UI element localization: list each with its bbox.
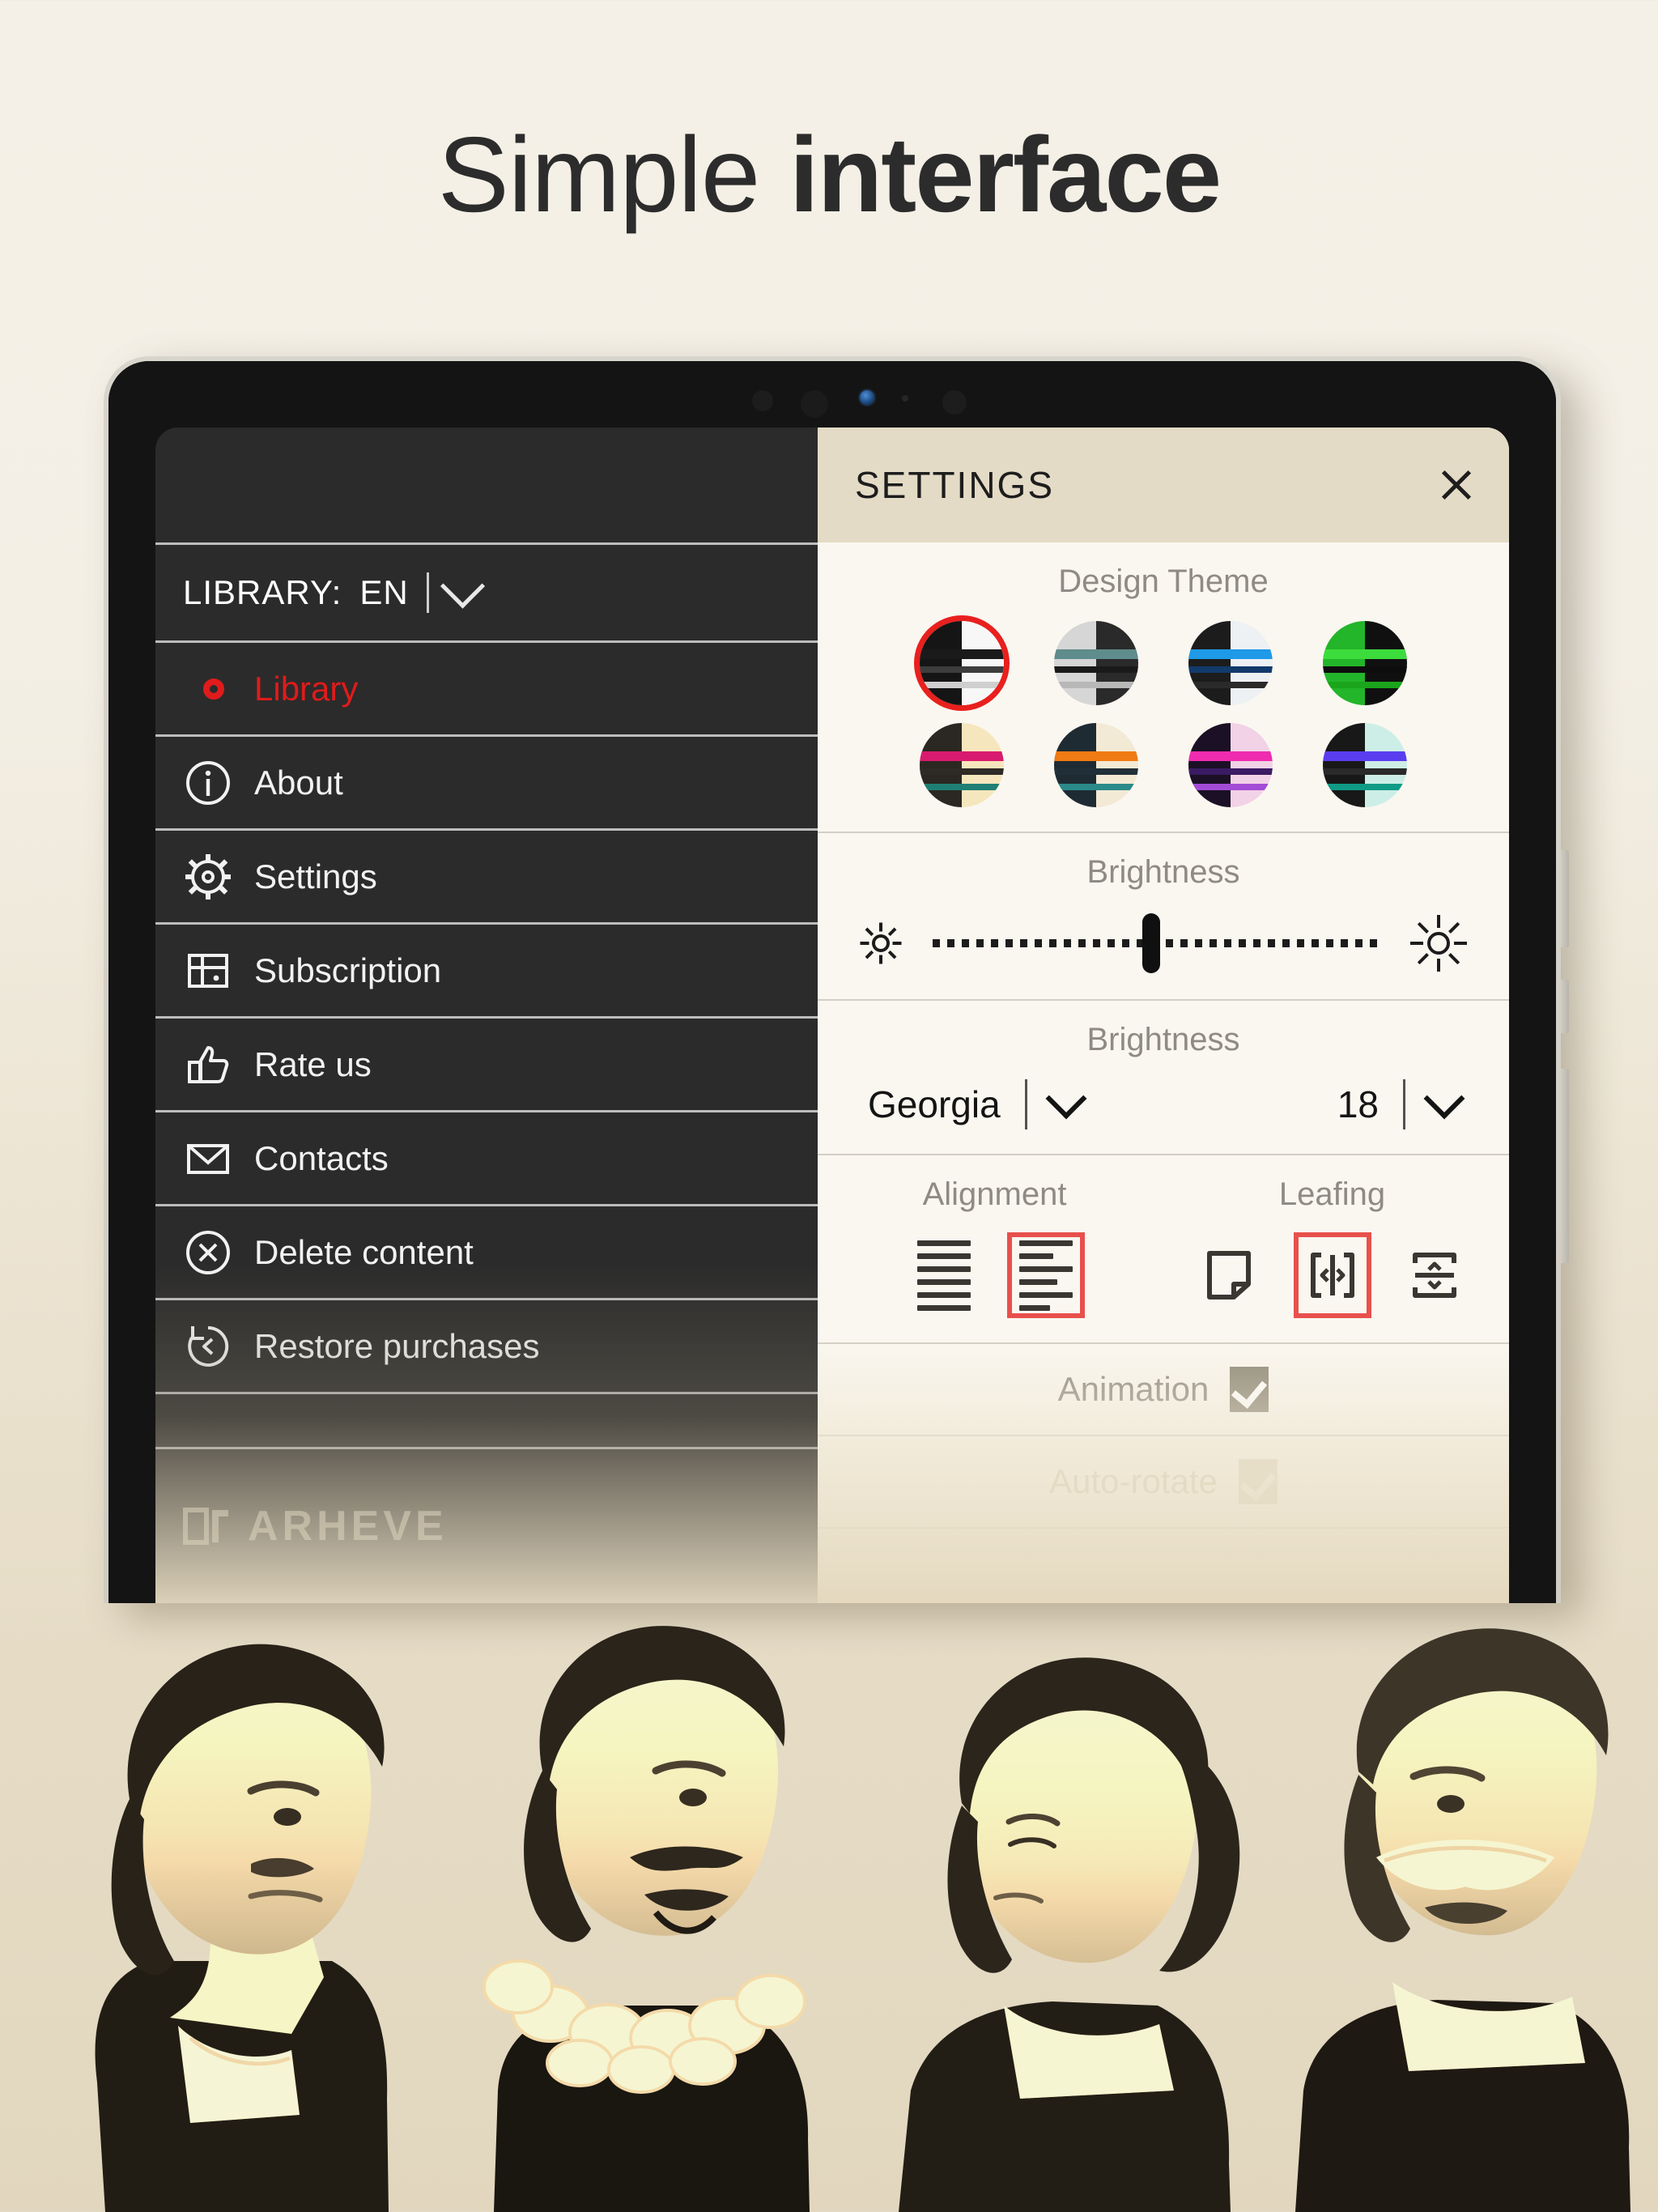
sidebar-item-delete-content[interactable]: Delete content: [155, 1206, 818, 1300]
close-icon[interactable]: [1433, 462, 1480, 508]
theme-swatch-cyan-spectrum[interactable]: [1323, 723, 1407, 807]
sidebar-topbar: [155, 428, 818, 545]
sun-large-icon[interactable]: [1407, 912, 1470, 975]
theme-swatch-grid: [818, 621, 1509, 807]
sidebar-item-label: Settings: [254, 857, 377, 895]
camera-lens-icon: [860, 390, 874, 405]
library-language-selector[interactable]: LIBRARY: EN: [155, 545, 818, 643]
sidebar-item-label: About: [254, 763, 343, 802]
power-button[interactable]: [1561, 1069, 1569, 1263]
theme-swatch-orange-dark[interactable]: [1054, 723, 1138, 807]
portrait-woman: [850, 1597, 1271, 2212]
sidebar-item-subscription[interactable]: Subscription: [155, 925, 818, 1019]
font-controls: Georgia 18: [818, 1078, 1509, 1129]
sensor-icon: [942, 390, 967, 415]
sensor-dot-icon: [902, 395, 908, 402]
theme-swatch-green-terminal[interactable]: [1323, 621, 1407, 705]
design-theme-label: Design Theme: [1058, 564, 1269, 599]
sidebar-item-label: Restore purchases: [254, 1326, 540, 1365]
envelope-icon: [183, 1134, 233, 1184]
library-label: LIBRARY:: [183, 573, 342, 611]
alignment-group: Alignment: [826, 1176, 1163, 1318]
alignment-label: Alignment: [922, 1176, 1067, 1212]
theme-swatch-blue-ink[interactable]: [1188, 621, 1273, 705]
chevron-down-icon[interactable]: [1045, 1078, 1087, 1120]
align-left-icon[interactable]: [1006, 1232, 1085, 1318]
horizontal-scroll-icon[interactable]: [1293, 1232, 1371, 1318]
page-curl-icon[interactable]: [1192, 1232, 1269, 1318]
gear-icon: [183, 852, 233, 902]
sidebar-item-label: Delete content: [254, 1232, 474, 1271]
restore-clock-icon: [183, 1321, 233, 1372]
sensor-icon: [752, 390, 773, 411]
sidebar-item-settings[interactable]: Settings: [155, 831, 818, 925]
sidebar-item-library[interactable]: Library: [155, 643, 818, 737]
leafing-label: Leafing: [1278, 1176, 1386, 1212]
volume-up-button[interactable]: [1561, 850, 1569, 947]
page-title-light: Simple: [437, 115, 760, 234]
vertical-scroll-icon[interactable]: [1396, 1232, 1473, 1318]
tablet-bezel-top: [108, 361, 1556, 428]
page-title-bold: interface: [789, 115, 1222, 234]
sidebar-item-label: Contacts: [254, 1138, 389, 1177]
leafing-group: Leafing: [1163, 1176, 1501, 1318]
brightness-slider[interactable]: [933, 913, 1380, 973]
portrait-doyle: [1263, 1572, 1658, 2212]
divider: [1403, 1079, 1405, 1129]
brightness-label: Brightness: [1086, 854, 1240, 890]
sidebar-item-contacts[interactable]: Contacts: [155, 1112, 818, 1206]
settings-header: SETTINGS: [818, 428, 1509, 542]
brightness-control: [818, 912, 1509, 975]
theme-swatch-row: [920, 723, 1407, 807]
chevron-down-icon[interactable]: [1423, 1078, 1465, 1120]
sidebar-item-rate-us[interactable]: Rate us: [155, 1019, 818, 1112]
info-circle-icon: [183, 758, 233, 808]
divider: [426, 572, 429, 613]
font-size-selector[interactable]: 18: [1163, 1078, 1465, 1129]
chevron-down-icon[interactable]: [440, 563, 485, 609]
theme-swatch-classic-light[interactable]: [920, 621, 1004, 705]
sidebar-menu: Library About Settings Subscription Rate…: [155, 643, 818, 1394]
font-section: Brightness Georgia 18: [818, 1001, 1509, 1155]
brightness-section: Brightness: [818, 833, 1509, 1001]
font-size-value: 18: [1337, 1083, 1379, 1125]
thumbs-up-icon: [183, 1040, 233, 1090]
sidebar-item-about[interactable]: About: [155, 737, 818, 831]
page-title: Simple interface: [0, 121, 1658, 228]
sidebar-item-label: Library: [254, 669, 359, 708]
font-section-label: Brightness: [1086, 1022, 1240, 1057]
divider: [1024, 1079, 1027, 1129]
sensor-icon: [801, 390, 828, 418]
author-portraits: [0, 1394, 1658, 2212]
align-justify-icon[interactable]: [905, 1232, 983, 1318]
ring-dot-icon: [183, 664, 233, 714]
brightness-slider-thumb[interactable]: [1142, 913, 1161, 973]
font-family-selector[interactable]: Georgia: [868, 1078, 1163, 1129]
portrait-cervantes: [421, 1572, 874, 2212]
sun-small-icon[interactable]: [857, 919, 905, 968]
library-language-value: EN: [359, 573, 409, 611]
font-family-value: Georgia: [868, 1083, 1001, 1125]
settings-title: SETTINGS: [855, 464, 1055, 506]
theme-swatch-magenta-violet[interactable]: [1188, 723, 1273, 807]
card-icon: [183, 946, 233, 996]
portrait-balzac: [8, 1597, 461, 2212]
alignment-leafing-section: Alignment Leafing: [818, 1155, 1509, 1344]
theme-swatch-amber-cream[interactable]: [920, 723, 1004, 807]
sidebar-item-label: Subscription: [254, 951, 442, 989]
sidebar-item-label: Rate us: [254, 1044, 372, 1083]
x-circle-icon: [183, 1227, 233, 1278]
theme-swatch-row: [920, 621, 1407, 705]
design-theme-section: Design Theme: [818, 542, 1509, 833]
sidebar-item-restore-purchases[interactable]: Restore purchases: [155, 1300, 818, 1394]
theme-swatch-slate-grey[interactable]: [1054, 621, 1138, 705]
volume-down-button[interactable]: [1561, 980, 1569, 1033]
